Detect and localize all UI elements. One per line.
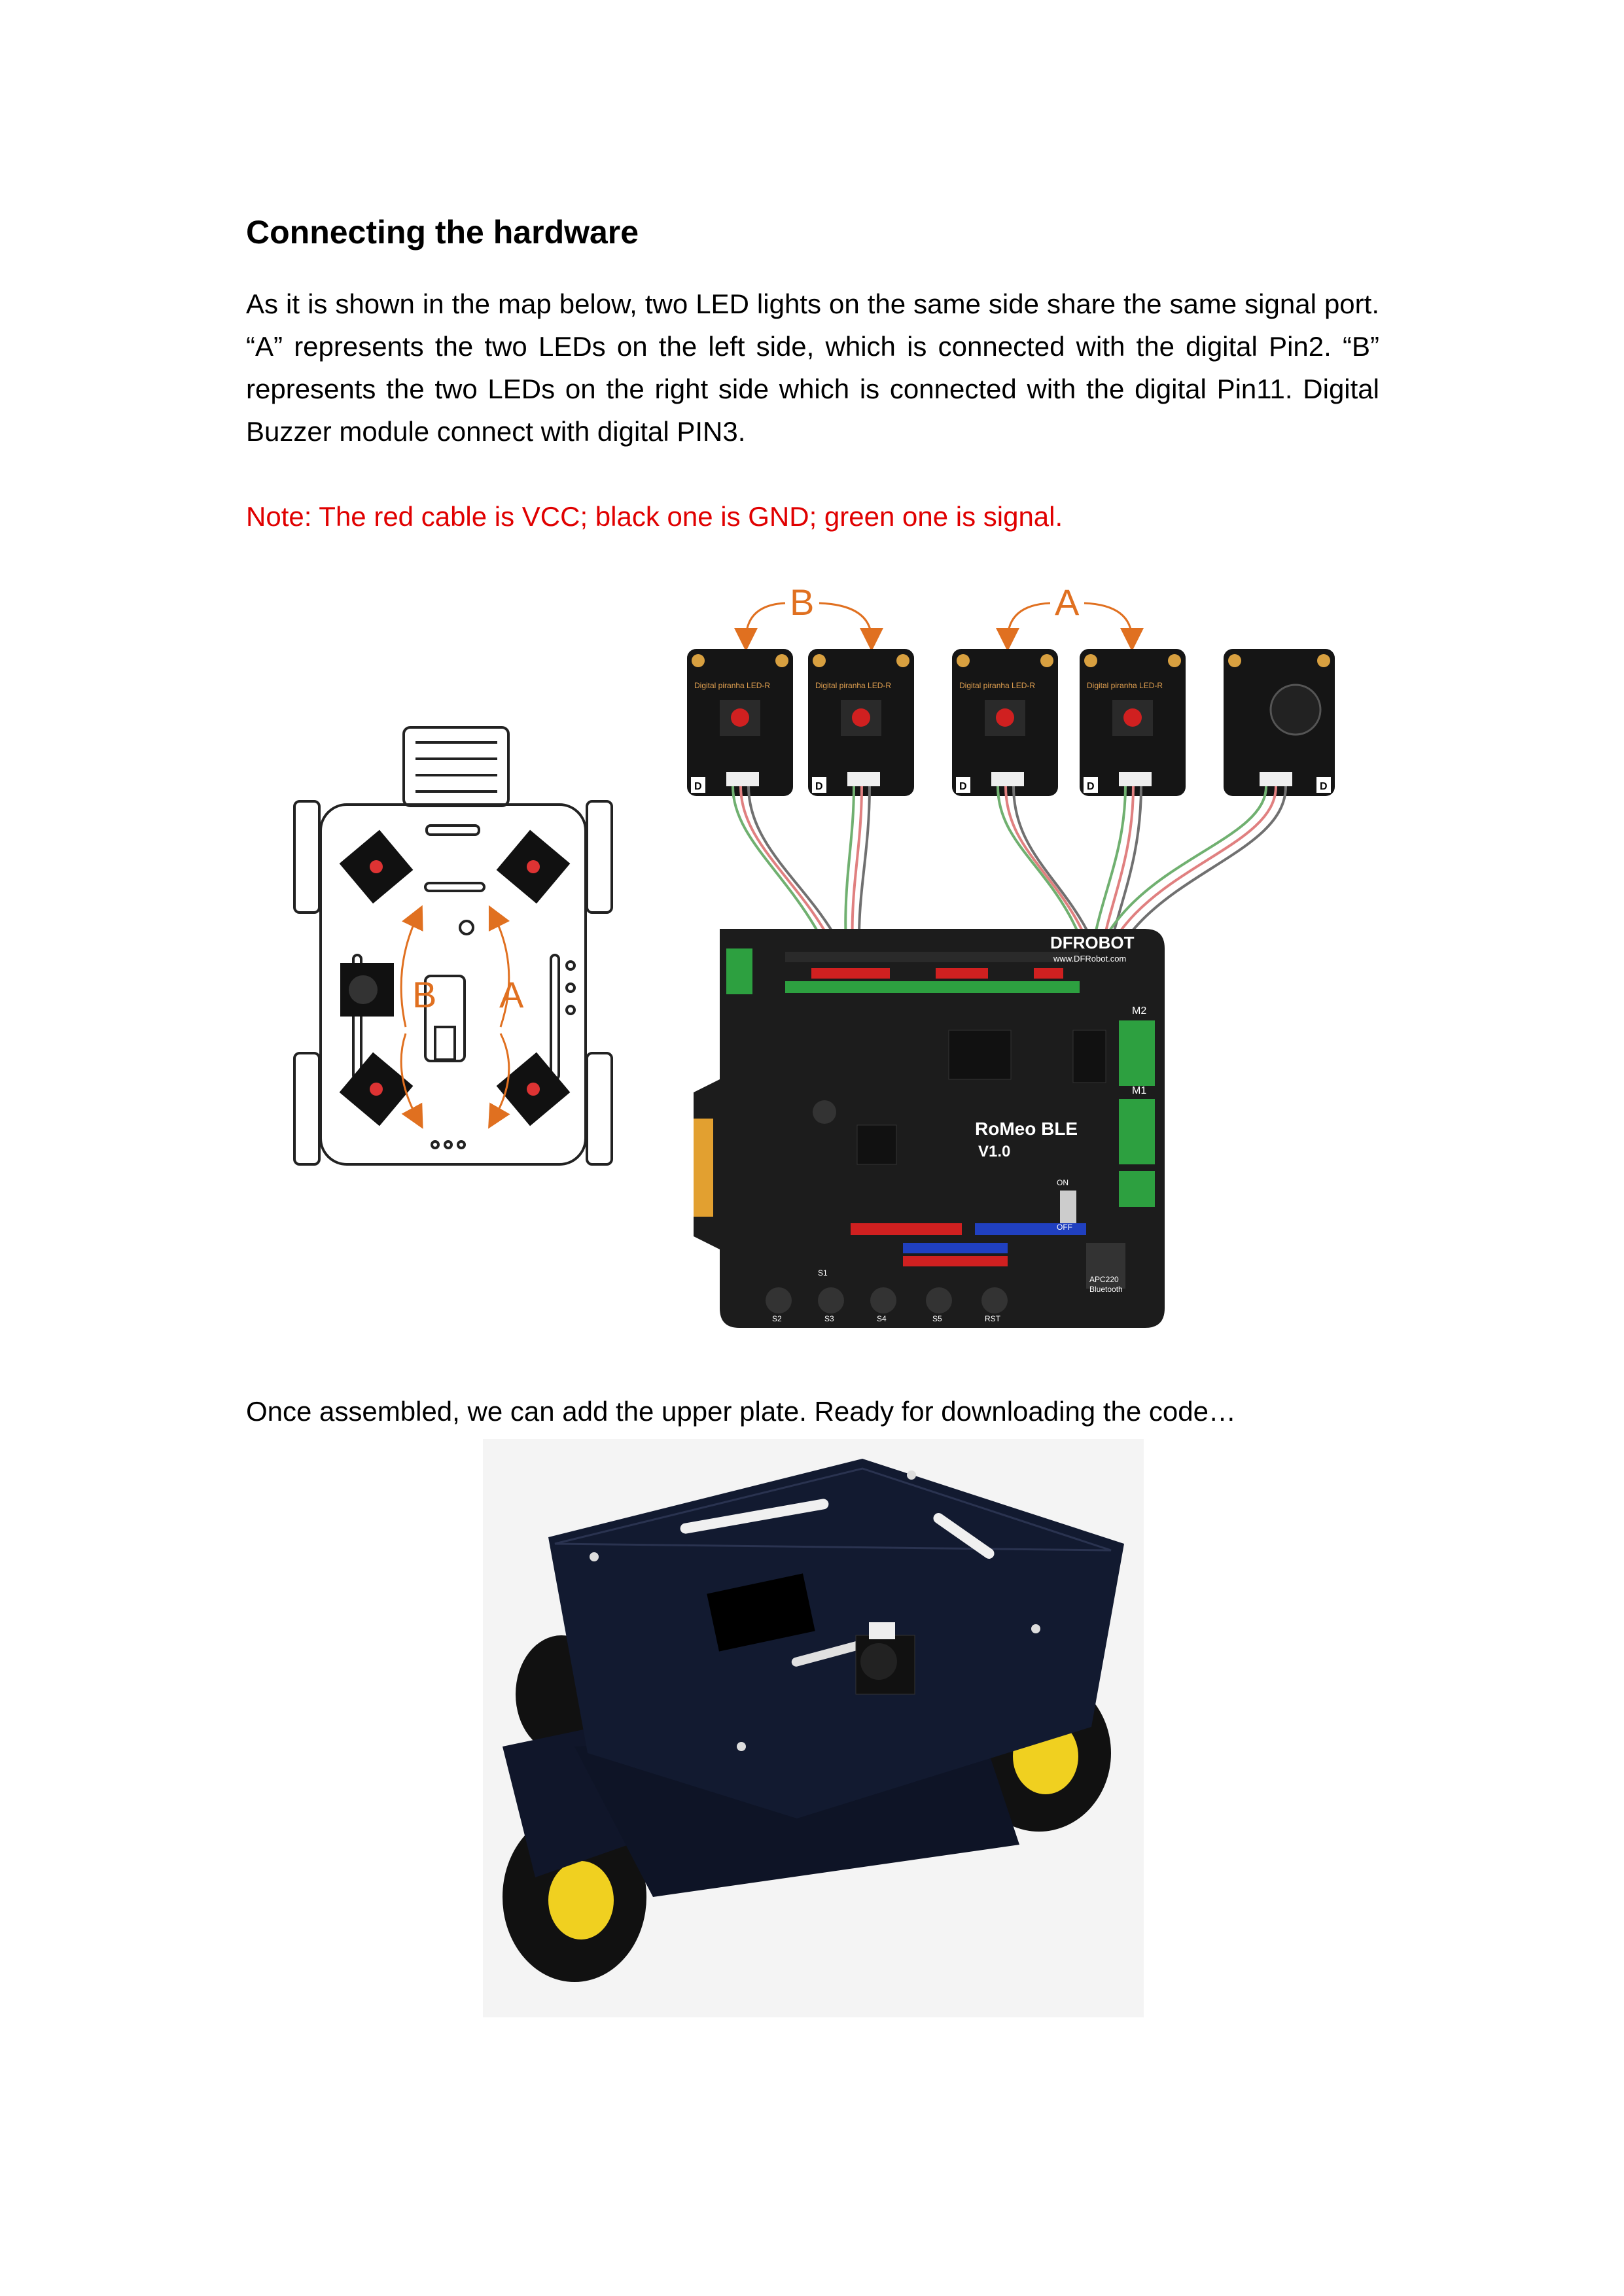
buzzer-module: D	[1224, 649, 1335, 796]
svg-text:Digital piranha LED-R: Digital piranha LED-R	[815, 681, 891, 690]
caption-text: Once assembled, we can add the upper pla…	[246, 1396, 1236, 1427]
chassis-label-a: A	[499, 974, 524, 1015]
wiring-note: Note: The red cable is VCC; black one is…	[246, 501, 1063, 532]
svg-text:DFROBOT: DFROBOT	[1050, 933, 1135, 952]
svg-text:APC220: APC220	[1089, 1275, 1119, 1284]
led-module-2: Digital piranha LED-R D	[808, 649, 914, 796]
svg-text:Bluetooth: Bluetooth	[1089, 1285, 1123, 1294]
wiring-diagram: B A B A Digital piranha LED-R D Digital …	[293, 582, 1335, 1328]
svg-text:RoMeo BLE: RoMeo BLE	[975, 1119, 1078, 1139]
svg-text:RST: RST	[985, 1314, 1001, 1323]
led-module-1: Digital piranha LED-R D	[687, 649, 793, 796]
svg-text:D: D	[959, 781, 967, 792]
svg-text:Digital piranha LED-R: Digital piranha LED-R	[959, 681, 1035, 690]
svg-text:S2: S2	[772, 1314, 782, 1323]
assembled-robot-photo	[483, 1439, 1144, 2017]
top-label-a: A	[1055, 582, 1080, 623]
svg-text:D: D	[1320, 781, 1328, 792]
chassis-buzzer	[340, 963, 394, 1017]
svg-text:M1: M1	[1132, 1085, 1146, 1096]
chassis-led-front-left	[339, 829, 414, 904]
led-module-3: Digital piranha LED-R D	[952, 649, 1058, 796]
chassis-led-front-right	[496, 829, 571, 904]
svg-text:S3: S3	[824, 1314, 834, 1323]
section-heading: Connecting the hardware	[246, 214, 639, 251]
svg-text:D: D	[815, 781, 823, 792]
led-module-4: Digital piranha LED-R D	[1080, 649, 1186, 796]
romeo-ble-board: DFROBOT www.DFRobot.com RoMeo BLE V1.0 O…	[694, 929, 1165, 1328]
intro-paragraph: As it is shown in the map below, two LED…	[246, 288, 1379, 447]
chassis-direction-arrows	[400, 905, 510, 1129]
svg-text:D: D	[694, 781, 702, 792]
svg-text:V1.0: V1.0	[978, 1143, 1010, 1160]
chassis-label-b: B	[412, 974, 436, 1015]
chassis-diagram	[293, 726, 613, 1166]
svg-text:S5: S5	[932, 1314, 942, 1323]
svg-text:M2: M2	[1132, 1005, 1146, 1017]
top-label-b: B	[790, 582, 814, 623]
svg-text:S1: S1	[818, 1268, 828, 1278]
svg-text:OFF: OFF	[1057, 1223, 1072, 1232]
svg-text:ON: ON	[1057, 1178, 1068, 1187]
svg-text:Digital piranha LED-R: Digital piranha LED-R	[694, 681, 770, 690]
svg-text:www.DFRobot.com: www.DFRobot.com	[1053, 954, 1126, 964]
svg-text:S4: S4	[877, 1314, 887, 1323]
svg-text:Digital piranha LED-R: Digital piranha LED-R	[1087, 681, 1163, 690]
svg-text:D: D	[1087, 781, 1095, 792]
